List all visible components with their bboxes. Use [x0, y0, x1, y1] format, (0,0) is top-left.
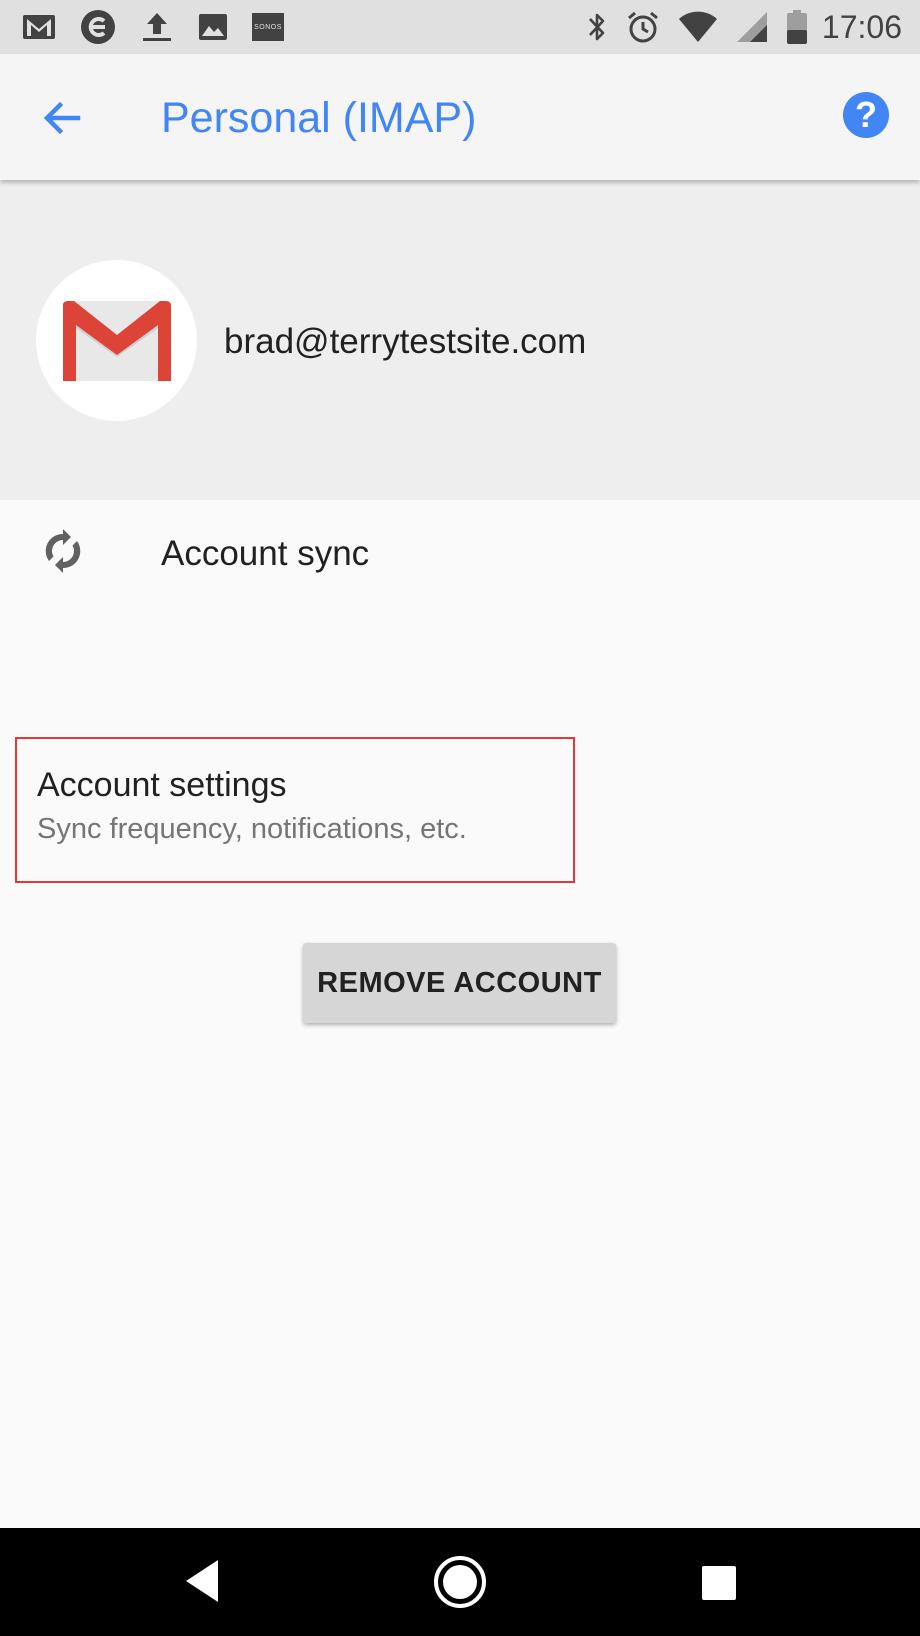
sync-icon: [45, 529, 81, 573]
signal-icon: [736, 12, 767, 42]
account-settings-title: Account settings: [37, 766, 287, 804]
page-title: Personal (IMAP): [161, 94, 477, 142]
remove-account-button[interactable]: REMOVE ACCOUNT: [303, 943, 616, 1023]
arrow-back-icon: [43, 101, 81, 135]
alarm-icon: [627, 11, 658, 43]
account-settings-subtitle: Sync frequency, notifications, etc.: [37, 813, 467, 845]
gmail-logo-icon: [62, 300, 171, 381]
image-icon: [199, 14, 227, 40]
nav-back-icon[interactable]: [182, 1556, 222, 1606]
wifi-icon: [678, 11, 717, 42]
back-button[interactable]: [38, 94, 86, 142]
account-settings-item[interactable]: Account settings Sync frequency, notific…: [15, 737, 575, 883]
status-right-icons: 17:06: [568, 9, 902, 46]
app-bar: Personal (IMAP) ?: [0, 54, 920, 180]
nav-recents-icon[interactable]: [702, 1566, 736, 1600]
status-left-icons: SONOS: [22, 9, 308, 45]
navigation-bar: [0, 1528, 920, 1636]
help-button[interactable]: ?: [843, 92, 889, 138]
account-sync-label: Account sync: [161, 534, 370, 573]
sonos-icon: SONOS: [252, 13, 284, 41]
gmail-notification-icon: [23, 15, 55, 39]
account-sync-row[interactable]: Account sync: [0, 500, 920, 608]
gmail-avatar: [36, 260, 197, 421]
status-time: 17:06: [821, 8, 902, 45]
upload-icon: [143, 13, 171, 41]
account-header: brad@terrytestsite.com: [0, 180, 920, 500]
account-email: brad@terrytestsite.com: [224, 322, 587, 361]
e-app-icon: [81, 10, 115, 44]
bluetooth-icon: [588, 13, 605, 41]
status-bar: SONOS 17:06: [0, 0, 920, 54]
battery-icon: [786, 10, 807, 44]
nav-home-icon[interactable]: [432, 1554, 488, 1610]
